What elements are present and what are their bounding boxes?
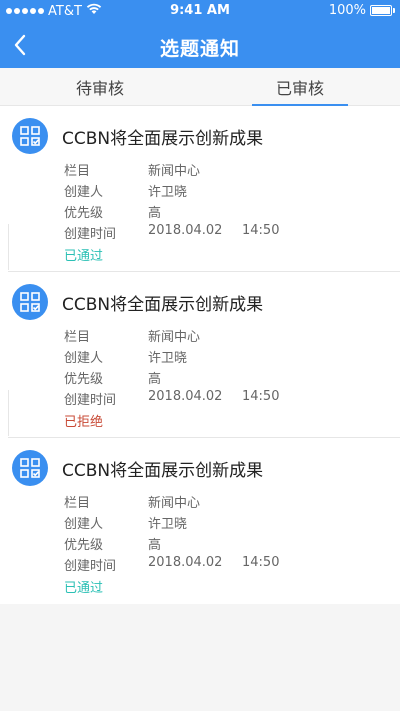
value-time: 14:50	[242, 389, 280, 404]
value-priority: 高	[148, 538, 162, 553]
grid-check-icon	[12, 284, 48, 320]
value-date: 2018.04.02	[148, 389, 223, 404]
label-creator: 创建人	[64, 185, 104, 200]
value-time: 14:50	[242, 555, 280, 570]
value-time: 14:50	[242, 223, 280, 238]
label-priority: 优先级	[64, 206, 104, 221]
row-creator: 创建人 许卫晓	[64, 181, 187, 200]
list-item[interactable]: CCBN将全面展示创新成果 栏目 新闻中心 创建人 许卫晓 优先级 高 创建时间…	[0, 106, 400, 272]
nav-bar: 选题通知	[0, 22, 400, 68]
row-creator: 创建人 许卫晓	[64, 347, 187, 366]
value-column: 新闻中心	[148, 330, 201, 345]
battery-icon	[370, 5, 395, 16]
tab-pending-label: 待审核	[75, 79, 124, 98]
label-column: 栏目	[64, 496, 91, 511]
row-created-time: 创建时间 2018.04.02 14:50	[64, 223, 279, 242]
list-item[interactable]: CCBN将全面展示创新成果 栏目 新闻中心 创建人 许卫晓 优先级 高 创建时间…	[0, 272, 400, 438]
status-badge: 已通过	[64, 249, 104, 264]
value-column: 新闻中心	[148, 164, 201, 179]
label-creator: 创建人	[64, 517, 104, 532]
item-title: CCBN将全面展示创新成果	[62, 295, 264, 315]
label-created-time: 创建时间	[64, 393, 117, 408]
value-column: 新闻中心	[148, 496, 201, 511]
value-creator: 许卫晓	[148, 185, 188, 200]
row-creator: 创建人 许卫晓	[64, 513, 187, 532]
tab-reviewed[interactable]: 已审核	[200, 68, 400, 106]
status-right: 100%	[328, 3, 395, 18]
tab-pending[interactable]: 待审核	[0, 68, 200, 106]
divider	[8, 224, 9, 270]
row-priority: 优先级 高	[64, 202, 161, 221]
item-title: CCBN将全面展示创新成果	[62, 129, 264, 149]
tab-bar: 待审核 已审核	[0, 68, 400, 106]
label-created-time: 创建时间	[64, 559, 117, 574]
list-item[interactable]: CCBN将全面展示创新成果 栏目 新闻中心 创建人 许卫晓 优先级 高 创建时间…	[0, 438, 400, 604]
tab-reviewed-label: 已审核	[275, 79, 324, 98]
label-created-time: 创建时间	[64, 227, 117, 242]
row-column: 栏目 新闻中心	[64, 492, 200, 511]
value-priority: 高	[148, 206, 162, 221]
status-badge: 已拒绝	[64, 415, 104, 430]
header: AT&T 9:41 AM 100% 选题通知	[0, 0, 400, 68]
value-priority: 高	[148, 372, 162, 387]
divider	[8, 390, 9, 436]
app: AT&T 9:41 AM 100% 选题通知 待审核 已审核 CCBN将全面展示…	[0, 0, 400, 711]
label-priority: 优先级	[64, 538, 104, 553]
value-creator: 许卫晓	[148, 351, 188, 366]
label-priority: 优先级	[64, 372, 104, 387]
label-column: 栏目	[64, 330, 91, 345]
row-priority: 优先级 高	[64, 534, 161, 553]
battery-percent: 100%	[328, 3, 366, 18]
notification-list: CCBN将全面展示创新成果 栏目 新闻中心 创建人 许卫晓 优先级 高 创建时间…	[0, 106, 400, 604]
value-date: 2018.04.02	[148, 555, 223, 570]
value-creator: 许卫晓	[148, 517, 188, 532]
page-title: 选题通知	[159, 38, 240, 60]
grid-check-icon	[12, 450, 48, 486]
row-priority: 优先级 高	[64, 368, 161, 387]
item-title: CCBN将全面展示创新成果	[62, 461, 264, 481]
status-bar: AT&T 9:41 AM 100%	[0, 0, 400, 22]
label-creator: 创建人	[64, 351, 104, 366]
value-date: 2018.04.02	[148, 223, 223, 238]
row-column: 栏目 新闻中心	[64, 160, 200, 179]
label-column: 栏目	[64, 164, 91, 179]
row-created-time: 创建时间 2018.04.02 14:50	[64, 389, 279, 408]
grid-check-icon	[12, 118, 48, 154]
status-badge: 已通过	[64, 581, 104, 596]
row-created-time: 创建时间 2018.04.02 14:50	[64, 555, 279, 574]
row-column: 栏目 新闻中心	[64, 326, 200, 345]
